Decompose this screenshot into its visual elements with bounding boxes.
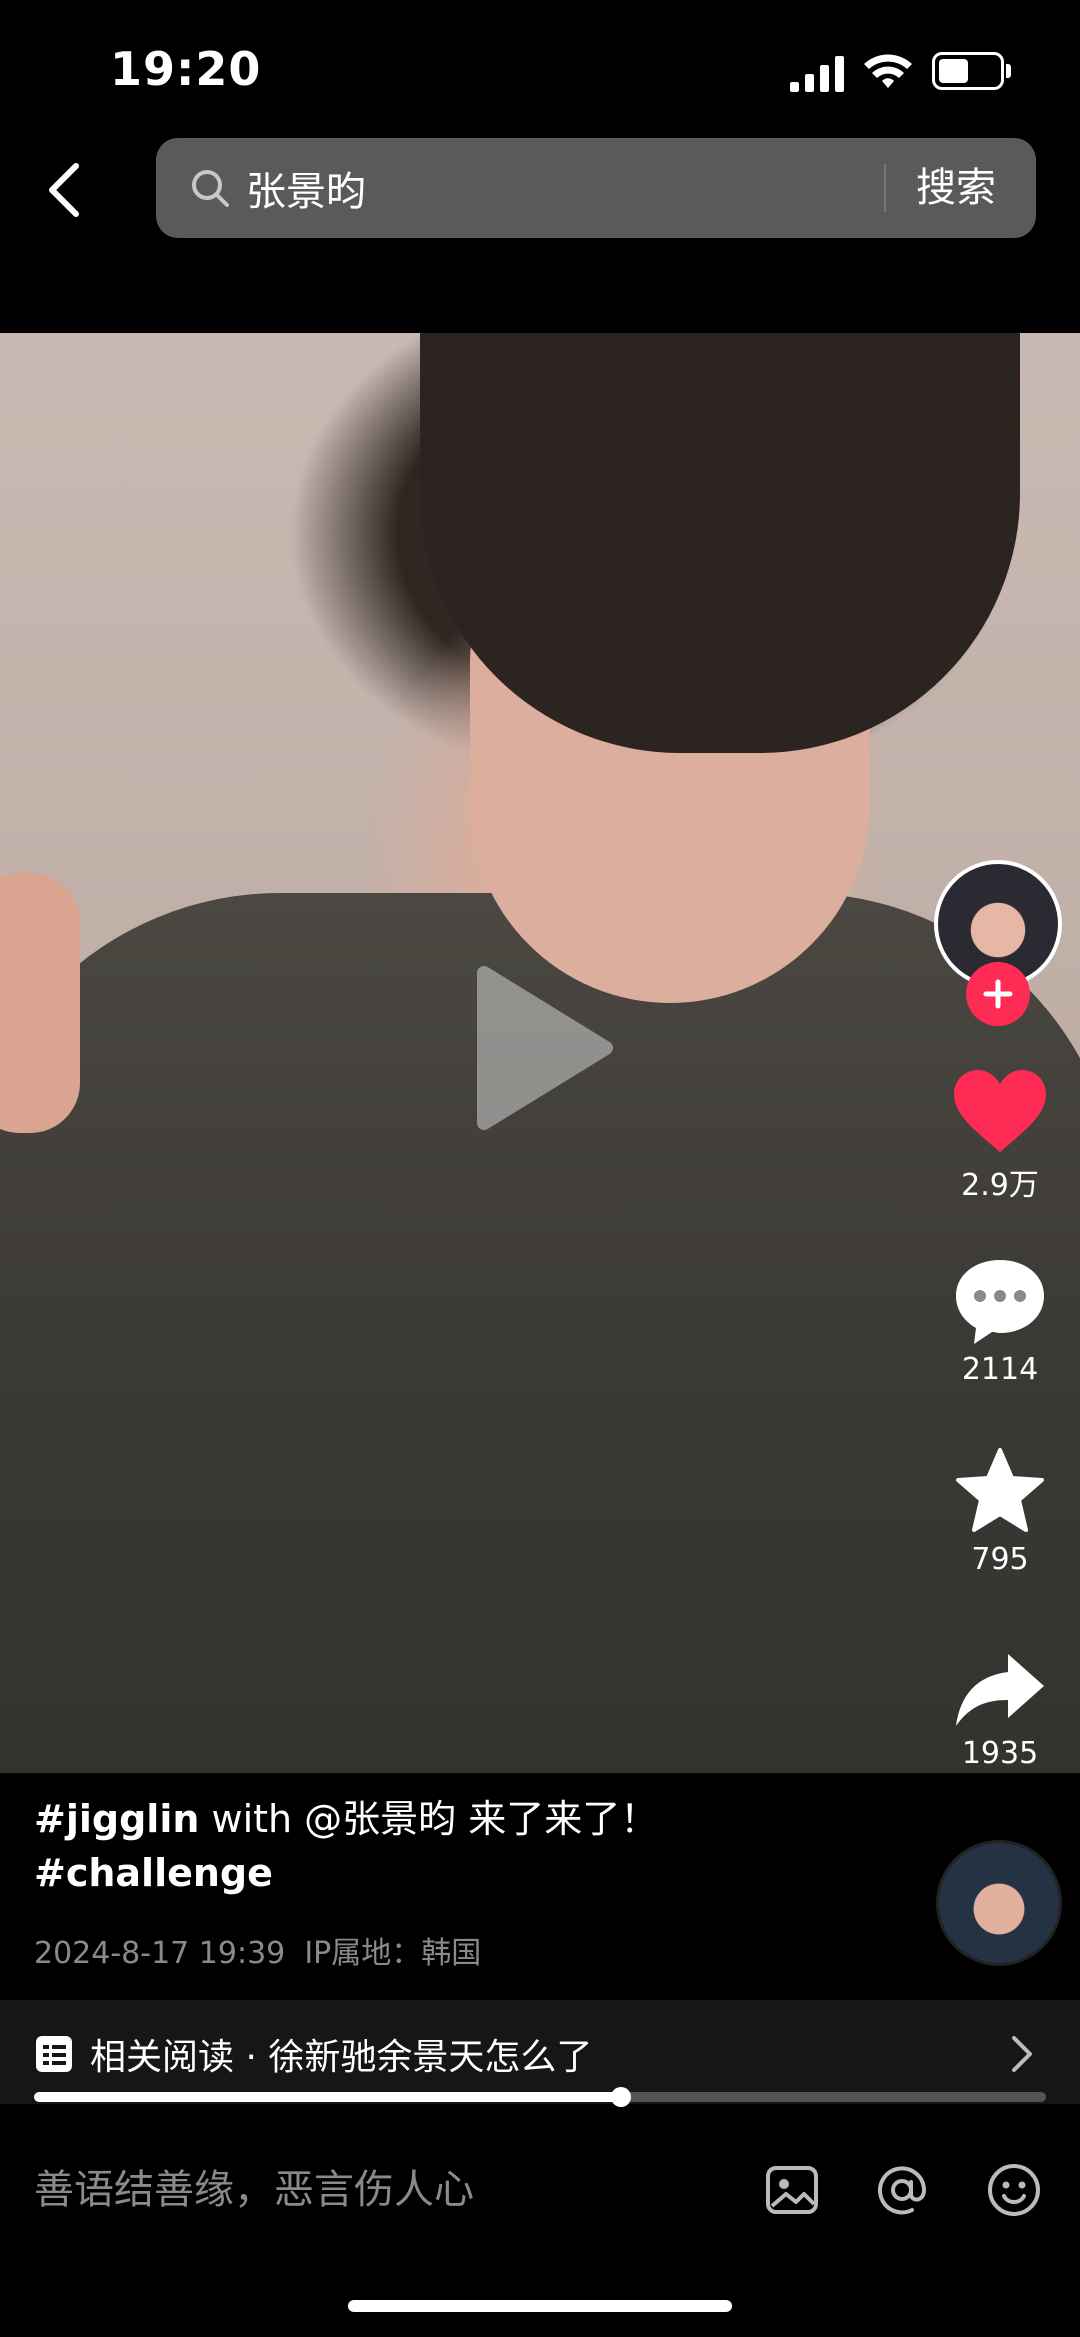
search-bar[interactable]: 搜索 <box>156 138 1036 238</box>
video-progress-bar[interactable] <box>34 2087 1046 2107</box>
chevron-left-icon <box>49 163 79 217</box>
video-progress-fill <box>34 2092 621 2102</box>
caption-text: with @张景昀 来了来了！ <box>199 1797 659 1841</box>
home-indicator[interactable] <box>348 2300 732 2312</box>
plus-icon <box>983 979 1013 1009</box>
favorite-count: 795 <box>971 1542 1029 1577</box>
comment-count: 2114 <box>961 1352 1039 1387</box>
video-frame-hand <box>0 873 80 1133</box>
back-button[interactable] <box>34 150 94 230</box>
music-disc-avatar[interactable] <box>936 1840 1062 1966</box>
like-button[interactable]: 2.9万 <box>940 1068 1060 1204</box>
status-bar: 19:20 <box>0 0 1080 130</box>
share-icon <box>956 1654 1044 1726</box>
hashtag-challenge[interactable]: #challenge <box>34 1851 273 1895</box>
at-icon[interactable] <box>872 2160 932 2220</box>
related-reading-bar[interactable]: 相关阅读 · 徐新驰余景天怎么了 <box>0 2000 1080 2104</box>
post-date: 2024-8-17 19:39 <box>34 1936 286 1971</box>
status-time: 19:20 <box>110 42 262 96</box>
like-count: 2.9万 <box>961 1168 1039 1203</box>
signal-icon <box>790 56 844 92</box>
video-frame-hair <box>420 333 1020 753</box>
play-icon[interactable] <box>466 963 616 1133</box>
post-meta: 2024-8-17 19:39 IP属地：韩国 <box>34 1928 481 1972</box>
share-count: 1935 <box>961 1736 1039 1771</box>
emoji-icon[interactable] <box>984 2160 1044 2220</box>
battery-tip <box>1006 64 1011 78</box>
wifi-icon <box>864 54 912 88</box>
ip-location: IP属地：韩国 <box>304 1936 482 1971</box>
comment-icon <box>956 1260 1044 1344</box>
star-icon <box>956 1448 1044 1532</box>
share-button[interactable]: 1935 <box>940 1650 1060 1771</box>
battery-level <box>939 59 968 83</box>
chevron-right-icon <box>1012 2036 1032 2072</box>
comment-input[interactable] <box>34 2150 714 2230</box>
comment-button[interactable]: 2114 <box>940 1256 1060 1387</box>
hashtag-jigglin[interactable]: #jigglin <box>34 1797 199 1841</box>
document-icon <box>36 2036 72 2072</box>
search-icon <box>192 170 229 207</box>
follow-button[interactable] <box>966 962 1030 1026</box>
battery-icon <box>932 52 1004 90</box>
video-player[interactable] <box>0 333 1080 1773</box>
search-input[interactable] <box>246 160 746 216</box>
related-reading-text: 相关阅读 · 徐新驰余景天怎么了 <box>90 2037 593 2078</box>
favorite-button[interactable]: 795 <box>940 1446 1060 1577</box>
video-progress-handle[interactable] <box>610 2087 631 2107</box>
heart-icon <box>954 1070 1046 1152</box>
search-divider <box>884 164 886 212</box>
search-button[interactable]: 搜索 <box>916 160 996 216</box>
image-icon[interactable] <box>762 2160 822 2220</box>
video-caption: #jigglin with @张景昀 来了来了！ #challenge <box>34 1792 914 1900</box>
